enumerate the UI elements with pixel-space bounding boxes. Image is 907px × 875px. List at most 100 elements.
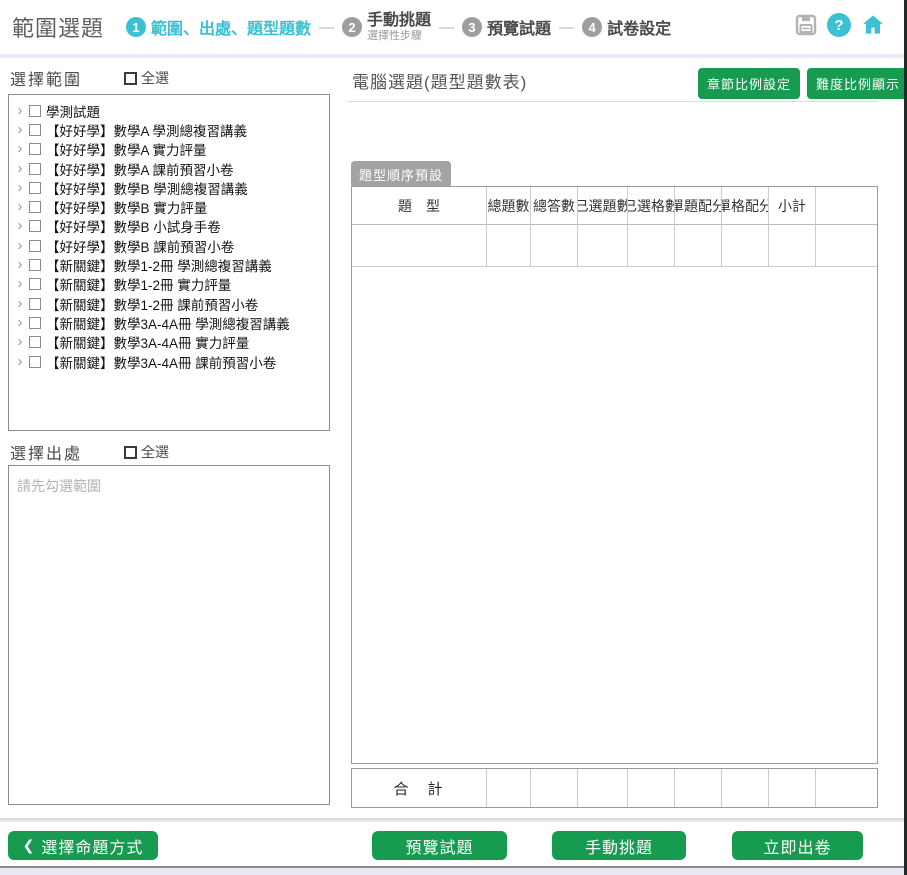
source-placeholder: 請先勾選範圍 <box>17 476 321 496</box>
col-header-selected-blanks: 已選格數 <box>628 187 675 225</box>
difficulty-ratio-button[interactable]: 難度比例顯示 <box>807 68 907 99</box>
source-select-all-checkbox[interactable] <box>124 446 137 459</box>
table-row <box>352 225 877 267</box>
expand-chevron-icon[interactable]: › <box>13 143 27 155</box>
source-select-all[interactable]: 全選 <box>124 442 169 462</box>
totals-table: 合 計 <box>351 768 878 808</box>
totals-total-answers <box>531 769 578 807</box>
step-2-manual-pick[interactable]: 2 手動挑題 選擇性步驟 <box>342 12 431 42</box>
range-tree[interactable]: ›學測試題 ›【好好學】數學A 學測總複習講義 ›【好好學】數學A 實力評量 ›… <box>8 94 330 431</box>
manual-pick-button[interactable]: 手動挑題 <box>552 831 686 860</box>
tree-item[interactable]: ›【好好學】數學A 課前預習小卷 <box>13 159 327 178</box>
expand-chevron-icon[interactable]: › <box>13 201 27 213</box>
cell-points-per-question[interactable] <box>675 225 722 267</box>
source-section-title: 選擇出處 <box>10 440 82 464</box>
tree-item[interactable]: ›【好好學】數學B 學測總複習講義 <box>13 178 327 197</box>
totals-selected-questions <box>578 769 628 807</box>
cell-points-per-blank[interactable] <box>722 225 769 267</box>
totals-selected-blanks <box>628 769 675 807</box>
tree-item-checkbox[interactable] <box>29 278 41 290</box>
cell-empty <box>816 225 877 267</box>
cell-selected-questions[interactable] <box>578 225 628 267</box>
tree-item[interactable]: ›【好好學】數學B 實力評量 <box>13 197 327 216</box>
expand-chevron-icon[interactable]: › <box>13 336 27 348</box>
tree-item[interactable]: ›【新關鍵】數學1-2冊 實力評量 <box>13 275 327 294</box>
step-4-label: 試卷設定 <box>607 15 671 39</box>
tree-item-checkbox[interactable] <box>29 259 41 271</box>
tree-item[interactable]: ›【好好學】數學B 小試身手卷 <box>13 217 327 236</box>
cell-question-type[interactable] <box>352 225 487 267</box>
expand-chevron-icon[interactable]: › <box>13 220 27 232</box>
expand-chevron-icon[interactable]: › <box>13 356 27 368</box>
tree-item-checkbox[interactable] <box>29 105 41 117</box>
step-separator: — <box>319 19 334 36</box>
cell-subtotal[interactable] <box>769 225 816 267</box>
tree-item[interactable]: ›學測試題 <box>13 101 327 120</box>
tree-item[interactable]: ›【好好學】數學B 課前預習小卷 <box>13 236 327 255</box>
tree-item[interactable]: ›【新關鍵】數學3A-4A冊 學測總複習講義 <box>13 313 327 332</box>
tree-item-checkbox[interactable] <box>29 182 41 194</box>
computer-selection-title: 電腦選題(題型題數表) <box>352 68 527 93</box>
expand-chevron-icon[interactable]: › <box>13 259 27 271</box>
tree-item-checkbox[interactable] <box>29 201 41 213</box>
cell-total-answers[interactable] <box>531 225 578 267</box>
main-content: 選擇範圍 全選 ›學測試題 ›【好好學】數學A 學測總複習講義 ›【好好學】數學… <box>0 58 904 820</box>
tree-item-checkbox[interactable] <box>29 143 41 155</box>
generate-paper-button[interactable]: 立即出卷 <box>732 831 863 860</box>
expand-chevron-icon[interactable]: › <box>13 105 27 117</box>
col-header-total-questions: 總題數 <box>487 187 531 225</box>
tree-item-checkbox[interactable] <box>29 298 41 310</box>
step-1-label: 範圍、出處、題型題數 <box>151 15 311 39</box>
tree-item[interactable]: ›【新關鍵】數學1-2冊 學測總複習講義 <box>13 255 327 274</box>
totals-empty <box>816 769 877 807</box>
back-to-question-mode-button[interactable]: ❮ 選擇命題方式 <box>8 831 158 860</box>
range-select-all[interactable]: 全選 <box>124 68 169 88</box>
preview-questions-button[interactable]: 預覽試題 <box>372 831 507 860</box>
step-1-range[interactable]: 1 範圍、出處、題型題數 <box>126 15 311 39</box>
type-order-preset-badge[interactable]: 題型順序預設 <box>351 161 451 188</box>
totals-subtotal <box>769 769 816 807</box>
source-select-all-label: 全選 <box>141 442 169 462</box>
range-select-all-checkbox[interactable] <box>124 72 137 85</box>
tree-item[interactable]: ›【新關鍵】數學3A-4A冊 實力評量 <box>13 333 327 352</box>
tree-item[interactable]: ›【新關鍵】數學3A-4A冊 課前預習小卷 <box>13 352 327 371</box>
page-title: 範圍選題 <box>12 11 104 43</box>
expand-chevron-icon[interactable]: › <box>13 317 27 329</box>
expand-chevron-icon[interactable]: › <box>13 298 27 310</box>
help-icon[interactable]: ? <box>827 13 851 37</box>
cell-total-questions[interactable] <box>487 225 531 267</box>
source-list[interactable]: 請先勾選範圍 <box>8 465 330 805</box>
totals-row: 合 計 <box>352 769 877 807</box>
col-header-total-answers: 總答數 <box>531 187 578 225</box>
tree-item[interactable]: ›【新關鍵】數學1-2冊 課前預習小卷 <box>13 294 327 313</box>
totals-points-per-question <box>675 769 722 807</box>
step-3-preview[interactable]: 3 預覽試題 <box>462 15 551 39</box>
expand-chevron-icon[interactable]: › <box>13 163 27 175</box>
tree-item-checkbox[interactable] <box>29 220 41 232</box>
tree-item[interactable]: ›【好好學】數學A 學測總複習講義 <box>13 120 327 139</box>
expand-chevron-icon[interactable]: › <box>13 124 27 136</box>
tree-item-checkbox[interactable] <box>29 124 41 136</box>
tree-item-checkbox[interactable] <box>29 336 41 348</box>
step-2-label: 手動挑題 <box>367 12 431 30</box>
step-2-sublabel: 選擇性步驟 <box>367 30 431 42</box>
tree-item-checkbox[interactable] <box>29 240 41 252</box>
tree-item-checkbox[interactable] <box>29 163 41 175</box>
col-header-points-per-blank: 單格配分 <box>722 187 769 225</box>
chapter-ratio-button[interactable]: 章節比例設定 <box>698 68 800 99</box>
expand-chevron-icon[interactable]: › <box>13 240 27 252</box>
home-icon[interactable] <box>860 12 886 38</box>
help-glyph: ? <box>834 17 843 34</box>
expand-chevron-icon[interactable]: › <box>13 278 27 290</box>
step-2-number: 2 <box>342 17 362 37</box>
col-header-points-per-question: 單題配分 <box>675 187 722 225</box>
tree-item[interactable]: ›【好好學】數學A 實力評量 <box>13 140 327 159</box>
step-4-paper-settings[interactable]: 4 試卷設定 <box>582 15 671 39</box>
expand-chevron-icon[interactable]: › <box>13 182 27 194</box>
cell-selected-blanks[interactable] <box>628 225 675 267</box>
tree-item-checkbox[interactable] <box>29 317 41 329</box>
tree-item-checkbox[interactable] <box>29 356 41 368</box>
totals-points-per-blank <box>722 769 769 807</box>
step-indicator: 1 範圍、出處、題型題數 — 2 手動挑題 選擇性步驟 — 3 預覽試題 — 4… <box>126 12 671 42</box>
save-icon[interactable] <box>794 13 818 37</box>
